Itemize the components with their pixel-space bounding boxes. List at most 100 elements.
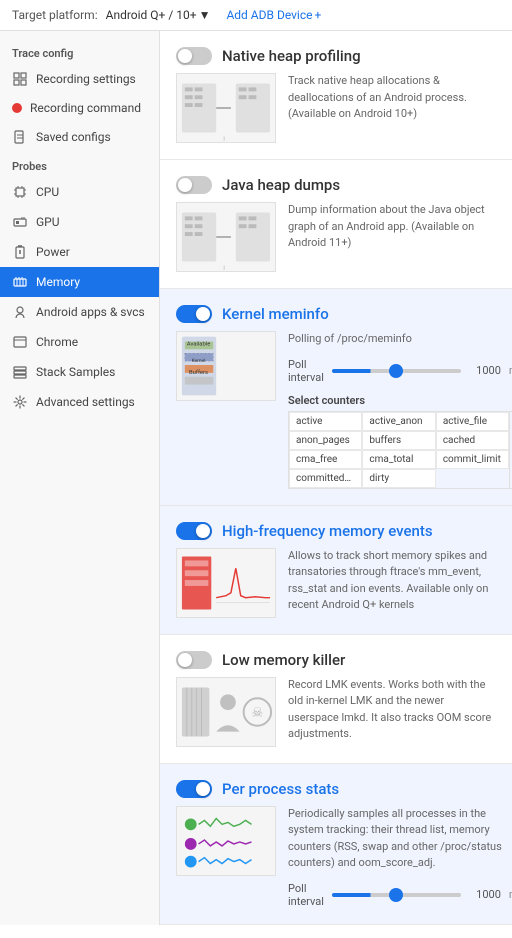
gpu-icon <box>12 214 28 230</box>
java-heap-toggle[interactable] <box>176 176 212 194</box>
per-process-poll-label: Poll interval <box>288 882 324 908</box>
per-process-poll-value: 1000 <box>469 888 501 901</box>
power-label: Power <box>36 245 70 259</box>
java-heap-title: Java heap dumps <box>222 176 340 194</box>
native-heap-image: ↕ <box>176 73 276 143</box>
high-freq-image <box>176 548 276 618</box>
top-bar: Target platform: Android Q+ / 10+ ▼ Add … <box>0 0 512 31</box>
poll-label: Poll interval <box>288 358 324 384</box>
recording-settings-label: Recording settings <box>36 72 136 86</box>
sidebar-item-saved-configs[interactable]: Saved configs <box>0 122 159 152</box>
sidebar-item-stack-samples[interactable]: Stack Samples <box>0 357 159 387</box>
poll-value: 1000 <box>469 364 501 377</box>
per-process-poll-slider[interactable] <box>332 893 461 897</box>
cpu-label: CPU <box>36 185 59 199</box>
counters-grid: active active_anon active_file anon_page… <box>288 411 510 489</box>
per-process-poll-row: Poll interval 1000 ms <box>288 882 512 908</box>
per-process-right: Periodically samples all processes in th… <box>288 806 512 908</box>
high-freq-body: Allows to track short memory spikes and … <box>176 548 496 618</box>
java-heap-body: ↕ Dump information about the Java object… <box>176 202 496 272</box>
toggle-thumb <box>178 178 192 192</box>
counter-commit-limit[interactable]: commit_limit <box>436 450 509 469</box>
toggle-thumb <box>178 653 192 667</box>
probes-label: Probes <box>0 152 159 177</box>
kernel-meminfo-toggle[interactable] <box>176 305 212 323</box>
native-heap-body: ↕ Track native heap allocations & deallo… <box>176 73 496 143</box>
low-memory-title: Low memory killer <box>222 651 345 669</box>
target-label: Target platform: <box>12 8 98 22</box>
counter-active-anon[interactable]: active_anon <box>362 412 435 431</box>
counter-cma-total[interactable]: cma_total <box>362 450 435 469</box>
per-process-title: Per process stats <box>222 780 339 798</box>
low-memory-toggle[interactable] <box>176 651 212 669</box>
svg-text:Available: Available <box>187 341 211 347</box>
sidebar-item-gpu[interactable]: GPU <box>0 207 159 237</box>
toggle-thumb <box>196 782 210 796</box>
kernel-meminfo-desc: Polling of /proc/meminfo <box>288 331 512 348</box>
per-process-toggle[interactable] <box>176 780 212 798</box>
cpu-icon <box>12 184 28 200</box>
java-heap-image: ↕ <box>176 202 276 272</box>
counter-cma-free[interactable]: cma_free <box>289 450 362 469</box>
counter-dirty[interactable]: dirty <box>362 469 435 488</box>
kernel-meminfo-right: Polling of /proc/meminfo Poll interval 1… <box>288 331 512 489</box>
per-process-image <box>176 806 276 876</box>
low-memory-desc: Record LMK events. Works both with the o… <box>288 677 496 747</box>
main-content: Native heap profiling <box>160 31 512 925</box>
add-adb-button[interactable]: Add ADB Device + <box>226 8 321 22</box>
sidebar-item-power[interactable]: Power <box>0 237 159 267</box>
main-layout: Trace config Recording settings Recordin… <box>0 31 512 925</box>
low-memory-header: Low memory killer <box>176 651 496 669</box>
counter-active-file[interactable]: active_file <box>436 412 509 431</box>
chrome-icon <box>12 334 28 350</box>
native-heap-title: Native heap profiling <box>222 47 361 65</box>
sidebar-item-chrome[interactable]: Chrome <box>0 327 159 357</box>
memory-icon <box>12 274 28 290</box>
sidebar-item-advanced-settings[interactable]: Advanced settings <box>0 387 159 417</box>
memory-label: Memory <box>36 275 80 289</box>
android-apps-label: Android apps & svcs <box>36 305 145 319</box>
file-icon <box>12 129 28 145</box>
recording-command-label: Recording command <box>30 101 141 115</box>
saved-configs-label: Saved configs <box>36 130 111 144</box>
counters-container: active active_anon active_file anon_page… <box>288 411 512 489</box>
low-memory-card: Low memory killer <box>160 635 512 764</box>
counter-buffers[interactable]: buffers <box>362 431 435 450</box>
sidebar: Trace config Recording settings Recordin… <box>0 31 160 925</box>
stack-icon <box>12 364 28 380</box>
sidebar-item-recording-settings[interactable]: Recording settings <box>0 64 159 94</box>
low-memory-body: ☠ Record LMK events. Works both with the… <box>176 677 496 747</box>
counter-anon-pages[interactable]: anon_pages <box>289 431 362 450</box>
grid-icon <box>12 71 28 87</box>
high-freq-toggle[interactable] <box>176 522 212 540</box>
native-heap-card: Native heap profiling <box>160 31 512 160</box>
native-heap-desc: Track native heap allocations & dealloca… <box>288 73 496 143</box>
toggle-thumb <box>196 307 210 321</box>
trace-config-label: Trace config <box>0 39 159 64</box>
sidebar-item-cpu[interactable]: CPU <box>0 177 159 207</box>
low-memory-image: ☠ <box>176 677 276 747</box>
per-process-body: Periodically samples all processes in th… <box>176 806 496 908</box>
per-process-desc: Periodically samples all processes in th… <box>288 806 512 872</box>
target-select[interactable]: Android Q+ / 10+ ▼ <box>106 8 211 22</box>
sidebar-item-memory[interactable]: Memory <box>0 267 159 297</box>
native-heap-toggle[interactable] <box>176 47 212 65</box>
svg-text:☠: ☠ <box>251 704 263 720</box>
counter-active[interactable]: active <box>289 412 362 431</box>
android-icon <box>12 304 28 320</box>
sidebar-item-android-apps[interactable]: Android apps & svcs <box>0 297 159 327</box>
chrome-label: Chrome <box>36 335 78 349</box>
java-heap-card: Java heap dumps <box>160 160 512 289</box>
gear-icon <box>12 394 28 410</box>
sidebar-item-recording-command[interactable]: Recording command <box>0 94 159 122</box>
counters-section: Select counters active active_anon activ… <box>288 394 512 489</box>
counter-committed-as[interactable]: committed_as <box>289 469 362 488</box>
java-heap-header: Java heap dumps <box>176 176 496 194</box>
poll-interval-row: Poll interval 1000 ms <box>288 358 512 384</box>
kernel-meminfo-card: Kernel meminfo Available Kernel Buffers <box>160 289 512 506</box>
counters-label: Select counters <box>288 394 512 407</box>
advanced-settings-label: Advanced settings <box>36 395 135 409</box>
poll-interval-slider[interactable] <box>332 369 461 373</box>
counter-cached[interactable]: cached <box>436 431 509 450</box>
svg-text:Buffers: Buffers <box>189 369 208 376</box>
